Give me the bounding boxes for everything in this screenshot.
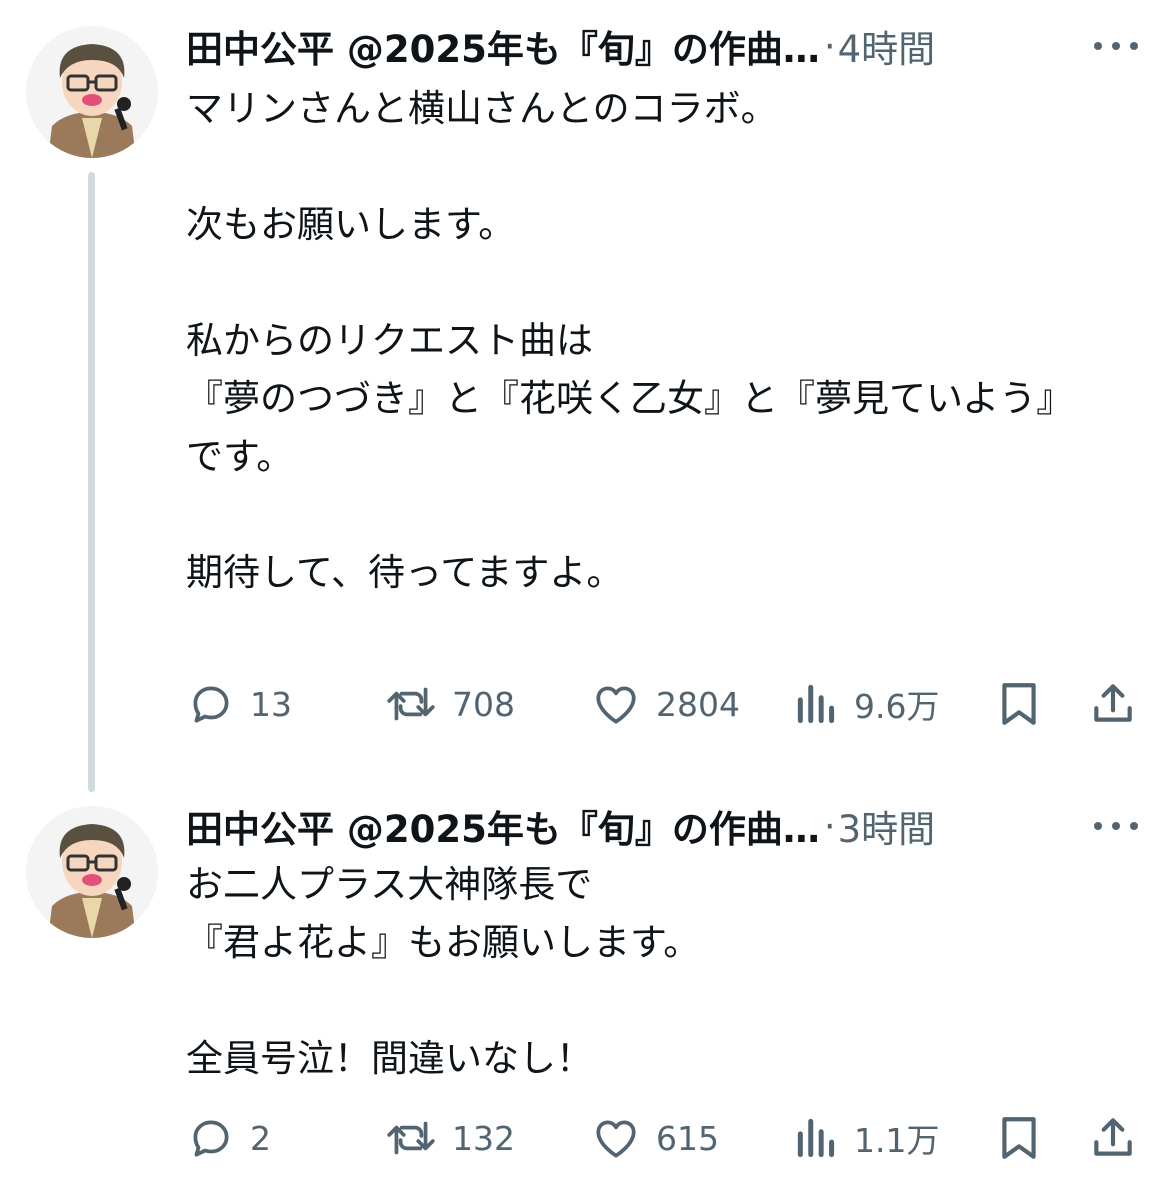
separator-dot: · (823, 804, 836, 848)
views-icon (794, 679, 840, 729)
retweet-button[interactable]: 708 (384, 676, 515, 732)
avatar[interactable] (26, 806, 158, 938)
like-count: 2804 (656, 684, 740, 724)
share-icon (1088, 1113, 1138, 1163)
tweet-text: マリンさんと横山さんとのコラボ。 次もお願いします。 私からのリクエスト曲は 『… (186, 87, 1074, 594)
author-name[interactable]: 田中公平 @2025年も『旬』の作曲… (186, 799, 820, 853)
share-button[interactable] (1088, 1110, 1138, 1166)
like-count: 615 (656, 1118, 719, 1158)
reply-button[interactable]: 13 (186, 676, 292, 732)
retweet-count: 708 (452, 684, 515, 724)
retweet-icon (384, 679, 438, 729)
tweet[interactable]: 田中公平 @2025年も『旬』の作曲… · 4時間 マリンさんと横山さんとのコラ… (0, 0, 1170, 790)
retweet-icon (384, 1113, 438, 1163)
tweet-header: 田中公平 @2025年も『旬』の作曲… · 3時間 (186, 799, 936, 853)
views-button[interactable]: 9.6万 (794, 676, 939, 732)
separator-dot: · (823, 24, 836, 68)
more-icon[interactable] (1094, 816, 1138, 836)
views-count: 1.1万 (854, 1121, 940, 1160)
tweet[interactable]: 田中公平 @2025年も『旬』の作曲… · 3時間 お二人プラス大神隊長で 『君… (0, 790, 1170, 1182)
bookmark-icon (996, 679, 1042, 729)
heart-icon (590, 1113, 642, 1163)
bookmark-button[interactable] (996, 1110, 1042, 1166)
views-button[interactable]: 1.1万 (794, 1110, 939, 1166)
reply-icon (186, 679, 236, 729)
reply-count: 13 (250, 684, 292, 724)
like-button[interactable]: 615 (590, 1110, 719, 1166)
author-name[interactable]: 田中公平 @2025年も『旬』の作曲… (186, 19, 820, 73)
action-bar: 2 132 615 1.1万 (186, 1110, 1146, 1166)
timestamp[interactable]: 4時間 (838, 19, 936, 73)
share-icon (1088, 679, 1138, 729)
tweet-text: お二人プラス大神隊長で 『君よ花よ』もお願いします。 全員号泣！間違いなし！ (186, 863, 701, 1080)
timestamp[interactable]: 3時間 (838, 799, 936, 853)
heart-icon (590, 679, 642, 729)
avatar[interactable] (26, 26, 158, 158)
tweet-header: 田中公平 @2025年も『旬』の作曲… · 4時間 (186, 19, 936, 73)
bookmark-button[interactable] (996, 676, 1042, 732)
bookmark-icon (996, 1113, 1042, 1163)
views-count: 9.6万 (854, 687, 940, 726)
like-button[interactable]: 2804 (590, 676, 740, 732)
reply-button[interactable]: 2 (186, 1110, 271, 1166)
action-bar: 13 708 2804 9.6万 (186, 676, 1146, 732)
more-icon[interactable] (1094, 36, 1138, 56)
share-button[interactable] (1088, 676, 1138, 732)
views-icon (794, 1113, 840, 1163)
retweet-count: 132 (452, 1118, 515, 1158)
retweet-button[interactable]: 132 (384, 1110, 515, 1166)
reply-count: 2 (250, 1118, 271, 1158)
reply-icon (186, 1113, 236, 1163)
